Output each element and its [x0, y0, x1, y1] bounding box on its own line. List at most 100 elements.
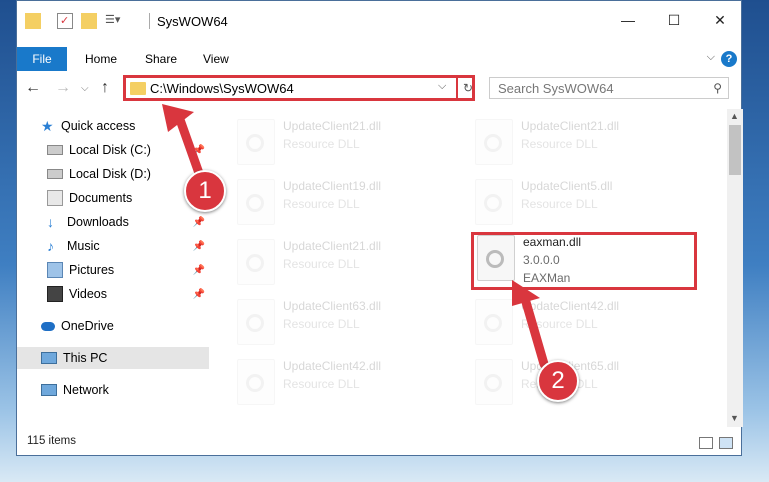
sidebar-item-onedrive[interactable]: OneDrive: [17, 315, 209, 337]
sidebar-item-label: Downloads: [67, 215, 129, 229]
vertical-scrollbar[interactable]: ▲ ▼: [727, 109, 743, 427]
sidebar-item-label: Pictures: [69, 263, 115, 277]
up-icon[interactable]: ↑: [101, 79, 109, 97]
pin-icon[interactable]: 📌: [193, 265, 205, 276]
file-item[interactable]: UpdateClient63.dll Resource DLL: [237, 295, 467, 349]
dll-file-icon: [237, 299, 275, 345]
file-item[interactable]: UpdateClient65.dll Resource DLL: [475, 355, 705, 409]
sidebar-item-label: Local Disk (C:): [69, 143, 151, 157]
dll-file-icon: [475, 359, 513, 405]
file-name: UpdateClient5.dll: [521, 179, 613, 193]
new-folder-icon[interactable]: [81, 13, 97, 29]
file-item[interactable]: UpdateClient21.dll Resource DLL: [237, 235, 467, 289]
details-view-icon[interactable]: [699, 437, 713, 449]
download-icon: ↓: [47, 214, 54, 230]
scrollbar-thumb[interactable]: [729, 125, 741, 175]
folder-icon: [25, 13, 41, 29]
help-icon[interactable]: ?: [721, 51, 737, 67]
file-item[interactable]: UpdateClient42.dll Resource DLL: [237, 355, 467, 409]
dll-file-icon: [475, 299, 513, 345]
tab-home[interactable]: Home: [85, 47, 117, 71]
pin-icon[interactable]: 📌: [193, 289, 205, 300]
drive-icon: [47, 145, 63, 155]
file-item[interactable]: UpdateClient21.dll Resource DLL: [475, 115, 705, 169]
file-type: Resource DLL: [283, 317, 360, 331]
sidebar-item-videos[interactable]: Videos 📌: [17, 283, 209, 305]
sidebar-item-network[interactable]: Network: [17, 379, 209, 401]
file-item[interactable]: UpdateClient19.dll Resource DLL: [237, 175, 467, 229]
documents-icon: [47, 190, 63, 206]
ribbon-tabs: File Home Share View ⌵ ?: [17, 47, 741, 71]
step-2-badge: 2: [537, 360, 579, 402]
file-type: Resource DLL: [283, 137, 360, 151]
window-title: SysWOW64: [157, 14, 228, 29]
sidebar-item-documents[interactable]: Documents 📌: [17, 187, 209, 209]
dll-file-icon: [475, 119, 513, 165]
address-bar[interactable]: C:\Windows\SysWOW64 ⌵ ↻: [123, 75, 475, 101]
scroll-down-icon[interactable]: ▼: [730, 413, 739, 423]
dll-file-icon: [237, 179, 275, 225]
sidebar-item-this-pc[interactable]: This PC: [17, 347, 209, 369]
title-bar: ✓ ☰▾ SysWOW64 — ☐ ✕: [17, 1, 741, 39]
sidebar-item-label: Videos: [69, 287, 107, 301]
file-name: UpdateClient42.dll: [283, 359, 382, 373]
drive-icon: [47, 169, 63, 179]
sidebar-item-label: Local Disk (D:): [69, 167, 151, 181]
dll-file-icon: [237, 239, 275, 285]
forward-icon[interactable]: →: [55, 79, 71, 97]
dll-file-icon: [237, 119, 275, 165]
pin-icon[interactable]: 📌: [193, 241, 205, 252]
file-type: Resource DLL: [283, 197, 360, 211]
close-icon[interactable]: ✕: [697, 1, 743, 39]
maximize-icon[interactable]: ☐: [651, 1, 697, 39]
file-item[interactable]: UpdateClient5.dll Resource DLL: [475, 175, 705, 229]
music-icon: ♪: [47, 238, 54, 254]
tab-view[interactable]: View: [203, 47, 229, 71]
computer-icon: [41, 352, 57, 364]
network-icon: [41, 384, 57, 396]
sidebar-item-quick-access[interactable]: ★ Quick access: [17, 115, 209, 137]
scroll-up-icon[interactable]: ▲: [730, 111, 739, 121]
tab-file[interactable]: File: [17, 47, 67, 71]
sidebar-item-music[interactable]: ♪ Music 📌: [17, 235, 209, 257]
address-dropdown-icon[interactable]: ⌵: [438, 80, 446, 93]
file-item[interactable]: UpdateClient42.dll Resource DLL: [475, 295, 705, 349]
back-icon[interactable]: ←: [25, 79, 41, 97]
file-name: UpdateClient21.dll: [521, 119, 620, 133]
star-icon: ★: [41, 118, 54, 134]
sidebar-item-downloads[interactable]: ↓ Downloads 📌: [17, 211, 209, 233]
tab-share[interactable]: Share: [145, 47, 177, 71]
expand-ribbon-icon[interactable]: ⌵: [707, 51, 715, 64]
large-icons-view-icon[interactable]: [719, 437, 733, 449]
file-type: Resource DLL: [521, 317, 598, 331]
minimize-icon[interactable]: —: [605, 1, 651, 39]
folder-icon: [130, 82, 146, 95]
sidebar-item-label: Quick access: [61, 119, 136, 133]
videos-icon: [47, 286, 63, 302]
explorer-window: ✓ ☰▾ SysWOW64 — ☐ ✕ File Home Share View…: [16, 0, 743, 456]
sidebar-item-pictures[interactable]: Pictures 📌: [17, 259, 209, 281]
recent-locations-icon[interactable]: ⌵: [81, 83, 89, 94]
sidebar-item-local-disk-d[interactable]: Local Disk (D:): [17, 163, 209, 185]
customize-icon[interactable]: ☰▾: [105, 13, 121, 29]
refresh-icon[interactable]: ↻: [456, 75, 478, 101]
sidebar-item-label: This PC: [63, 351, 108, 365]
eaxman-highlight-box: [471, 232, 697, 290]
sidebar-item-label: Network: [63, 383, 109, 397]
navigation-bar: ← → ⌵ ↑ C:\Windows\SysWOW64 ⌵ ↻ Search S…: [17, 73, 741, 105]
pin-icon[interactable]: 📌: [193, 217, 205, 228]
sidebar-item-local-disk-c[interactable]: Local Disk (C:) 📌: [17, 139, 209, 161]
navigation-pane: ★ Quick access Local Disk (C:) 📌 Local D…: [17, 109, 209, 427]
file-type: Resource DLL: [521, 197, 598, 211]
sidebar-item-label: OneDrive: [61, 319, 114, 333]
pin-icon[interactable]: 📌: [193, 145, 205, 156]
address-path[interactable]: C:\Windows\SysWOW64: [150, 81, 294, 96]
search-input[interactable]: Search SysWOW64 ⚲: [489, 77, 729, 99]
file-name: UpdateClient21.dll: [283, 119, 382, 133]
pictures-icon: [47, 262, 63, 278]
file-item[interactable]: UpdateClient21.dll Resource DLL: [237, 115, 467, 169]
properties-icon[interactable]: ✓: [57, 13, 73, 29]
file-name: UpdateClient63.dll: [283, 299, 382, 313]
dll-file-icon: [475, 179, 513, 225]
file-type: Resource DLL: [283, 257, 360, 271]
